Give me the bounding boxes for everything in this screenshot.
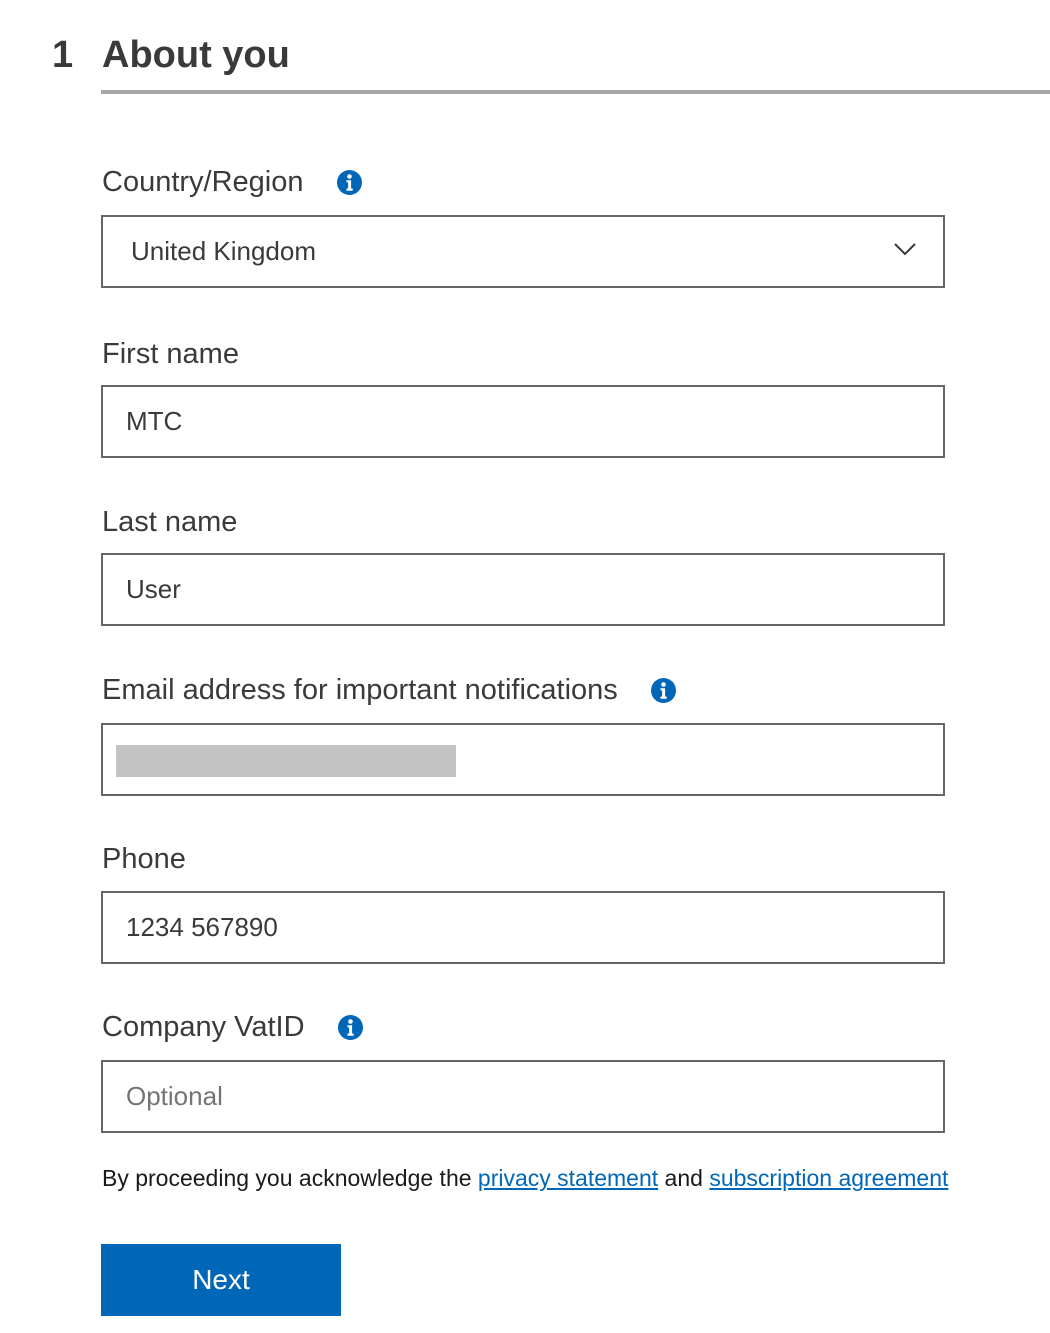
email-label-row: Email address for important notification… xyxy=(102,672,676,708)
phone-label: Phone xyxy=(102,843,186,875)
next-button[interactable]: Next xyxy=(101,1244,341,1316)
redacted-email-block xyxy=(116,745,456,777)
phone-field-box xyxy=(101,891,945,964)
last-name-input[interactable] xyxy=(103,555,943,624)
country-select[interactable]: United Kingdom xyxy=(101,215,945,288)
step-header: 1 About you xyxy=(0,0,1050,96)
vat-input[interactable] xyxy=(103,1062,943,1131)
email-field-box xyxy=(101,723,945,796)
info-icon[interactable] xyxy=(650,677,676,703)
consent-middle: and xyxy=(658,1165,710,1191)
last-name-label: Last name xyxy=(102,506,238,538)
last-name-label-row: Last name xyxy=(102,504,237,540)
country-select-value: United Kingdom xyxy=(131,236,316,266)
phone-label-row: Phone xyxy=(102,841,186,877)
last-name-field-box xyxy=(101,553,945,626)
first-name-field-box xyxy=(101,385,945,458)
info-icon[interactable] xyxy=(337,1014,363,1040)
country-label-row: Country/Region xyxy=(102,164,362,200)
subscription-agreement-link[interactable]: subscription agreement xyxy=(709,1165,948,1191)
country-label: Country/Region xyxy=(102,166,304,198)
step-title: About you xyxy=(102,34,290,76)
vat-label: Company VatID xyxy=(102,1011,305,1043)
chevron-down-icon xyxy=(894,243,916,256)
email-label: Email address for important notification… xyxy=(102,674,618,706)
vat-field-box xyxy=(101,1060,945,1133)
first-name-input[interactable] xyxy=(103,387,943,456)
first-name-label: First name xyxy=(102,338,239,370)
step-number: 1 xyxy=(52,34,74,76)
step-divider xyxy=(101,90,1050,94)
vat-label-row: Company VatID xyxy=(102,1009,363,1045)
phone-input[interactable] xyxy=(103,893,943,962)
first-name-label-row: First name xyxy=(102,336,239,372)
consent-prefix: By proceeding you acknowledge the xyxy=(102,1165,478,1191)
privacy-statement-link[interactable]: privacy statement xyxy=(478,1165,658,1191)
info-icon[interactable] xyxy=(336,169,362,195)
consent-text: By proceeding you acknowledge the privac… xyxy=(102,1162,948,1194)
